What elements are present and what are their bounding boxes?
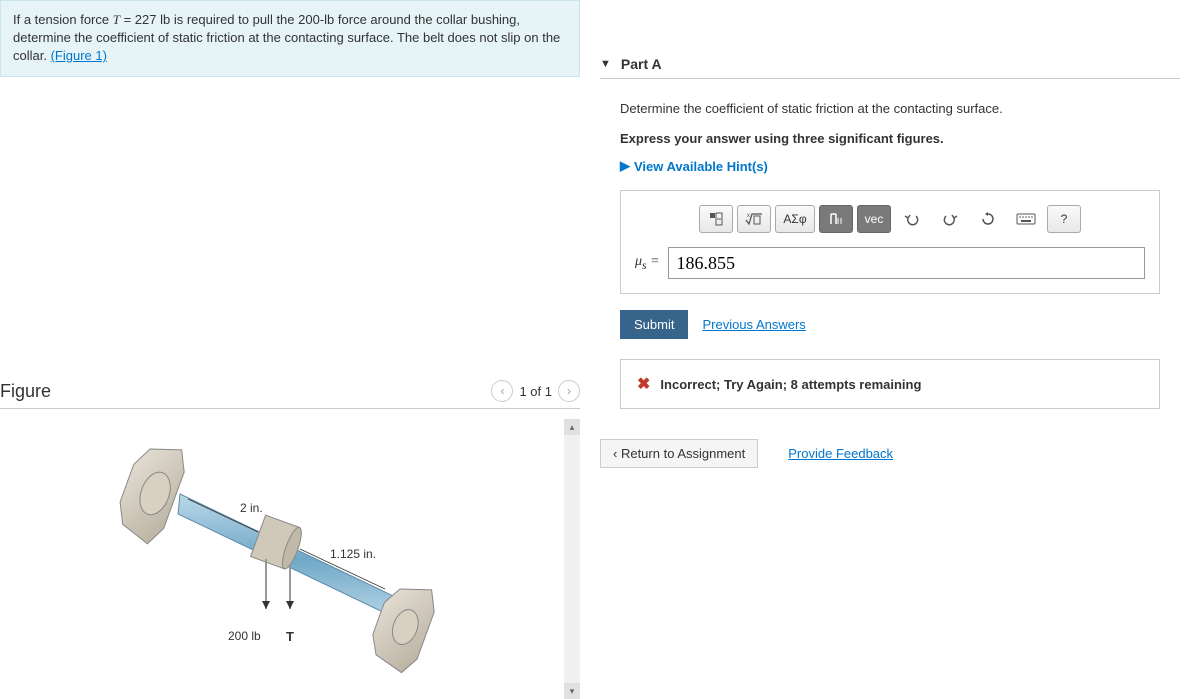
dim-1125in: 1.125 in. <box>330 547 376 561</box>
answer-symbol: μs = <box>635 254 660 272</box>
vec-button[interactable]: vec <box>857 205 891 233</box>
figure-panel: Figure ‹ 1 of 1 › <box>0 380 580 699</box>
return-to-assignment-button[interactable]: ‹ Return to Assignment <box>600 439 758 468</box>
svg-text:x: x <box>747 213 750 219</box>
chevron-left-icon: ‹ <box>613 446 621 461</box>
figure-viewport: 2 in. 1.125 in. 200 lb T ▴ ▾ <box>0 419 580 699</box>
problem-statement: If a tension force T = 227 lb is require… <box>0 0 580 77</box>
instruction-1: Determine the coefficient of static fric… <box>620 99 1160 119</box>
problem-text: If a tension force <box>13 12 113 27</box>
figure-diagram: 2 in. 1.125 in. 200 lb T <box>90 419 490 679</box>
redo-button[interactable] <box>933 205 967 233</box>
undo-button[interactable] <box>895 205 929 233</box>
incorrect-icon: ✖ <box>637 374 650 394</box>
part-a-header[interactable]: ▼ Part A <box>600 50 1180 79</box>
answer-area: x ΑΣφ vec ? μs = <box>620 190 1160 294</box>
figure-next-button[interactable]: › <box>558 380 580 402</box>
subscript-button[interactable] <box>819 205 853 233</box>
dim-2in: 2 in. <box>240 501 263 515</box>
figure-scrollbar[interactable]: ▴ ▾ <box>564 419 580 699</box>
part-a-title: Part A <box>621 56 662 72</box>
equation-toolbar: x ΑΣφ vec ? <box>635 205 1145 233</box>
feedback-message: ✖ Incorrect; Try Again; 8 attempts remai… <box>620 359 1160 409</box>
tension-T: T <box>286 629 294 644</box>
caret-right-icon: ▶ <box>620 158 630 174</box>
reset-button[interactable] <box>971 205 1005 233</box>
caret-down-icon: ▼ <box>600 58 611 70</box>
force-200lb: 200 lb <box>228 629 261 643</box>
figure-link[interactable]: (Figure 1) <box>51 48 107 63</box>
fraction-button[interactable] <box>699 205 733 233</box>
greek-button[interactable]: ΑΣφ <box>775 205 815 233</box>
view-hints-button[interactable]: ▶ View Available Hint(s) <box>620 158 1160 174</box>
answer-input[interactable] <box>668 247 1145 279</box>
help-button[interactable]: ? <box>1047 205 1081 233</box>
feedback-text: Incorrect; Try Again; 8 attempts remaini… <box>660 377 921 392</box>
sqrt-button[interactable]: x <box>737 205 771 233</box>
provide-feedback-link[interactable]: Provide Feedback <box>788 446 893 461</box>
keyboard-button[interactable] <box>1009 205 1043 233</box>
submit-button[interactable]: Submit <box>620 310 688 339</box>
figure-prev-button[interactable]: ‹ <box>491 380 513 402</box>
scroll-down-button[interactable]: ▾ <box>564 683 580 699</box>
scroll-up-button[interactable]: ▴ <box>564 419 580 435</box>
instruction-2: Express your answer using three signific… <box>620 129 1160 149</box>
previous-answers-link[interactable]: Previous Answers <box>702 317 805 332</box>
var-T: T <box>113 12 120 27</box>
figure-nav-label: 1 of 1 <box>519 384 552 399</box>
figure-title: Figure <box>0 381 51 402</box>
